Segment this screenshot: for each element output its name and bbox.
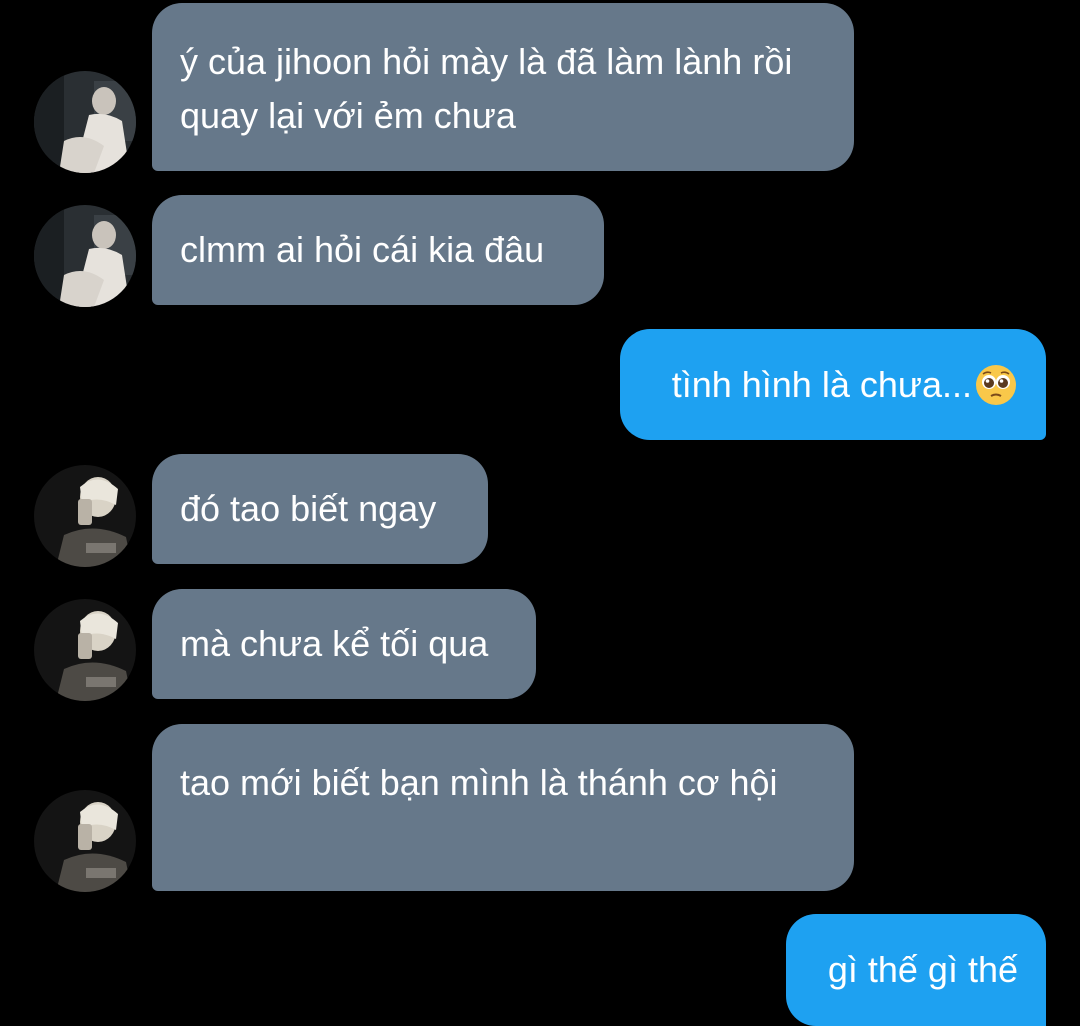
chat-thread: ý của jihoon hỏi mày là đã làm lành rồi … (0, 0, 1080, 1026)
message-bubble-outgoing[interactable]: gì thế gì thế (786, 914, 1046, 1026)
avatar[interactable] (34, 790, 136, 892)
message-text: tao mới biết bạn mình là thánh cơ hội (180, 762, 778, 803)
message-text: mà chưa kể tối qua (180, 623, 489, 664)
avatar[interactable] (34, 465, 136, 567)
avatar[interactable] (34, 71, 136, 173)
message-bubble-incoming[interactable]: đó tao biết ngay (152, 454, 488, 564)
message-bubble-incoming[interactable]: mà chưa kể tối qua (152, 589, 536, 699)
message-text: đó tao biết ngay (180, 488, 437, 529)
message-text: ý của jihoon hỏi mày là đã làm lành rồi … (180, 41, 793, 136)
pleading-face-icon (974, 363, 1018, 407)
avatar[interactable] (34, 205, 136, 307)
message-text: gì thế gì thế (827, 949, 1018, 990)
message-bubble-outgoing[interactable]: tình hình là chưa... (620, 329, 1046, 440)
message-bubble-incoming[interactable]: clmm ai hỏi cái kia đâu (152, 195, 604, 305)
message-bubble-incoming[interactable]: ý của jihoon hỏi mày là đã làm lành rồi … (152, 3, 854, 171)
message-text: tình hình là chưa... (671, 363, 972, 405)
avatar[interactable] (34, 599, 136, 701)
message-text: clmm ai hỏi cái kia đâu (180, 229, 545, 270)
message-bubble-incoming[interactable]: tao mới biết bạn mình là thánh cơ hội (152, 724, 854, 891)
